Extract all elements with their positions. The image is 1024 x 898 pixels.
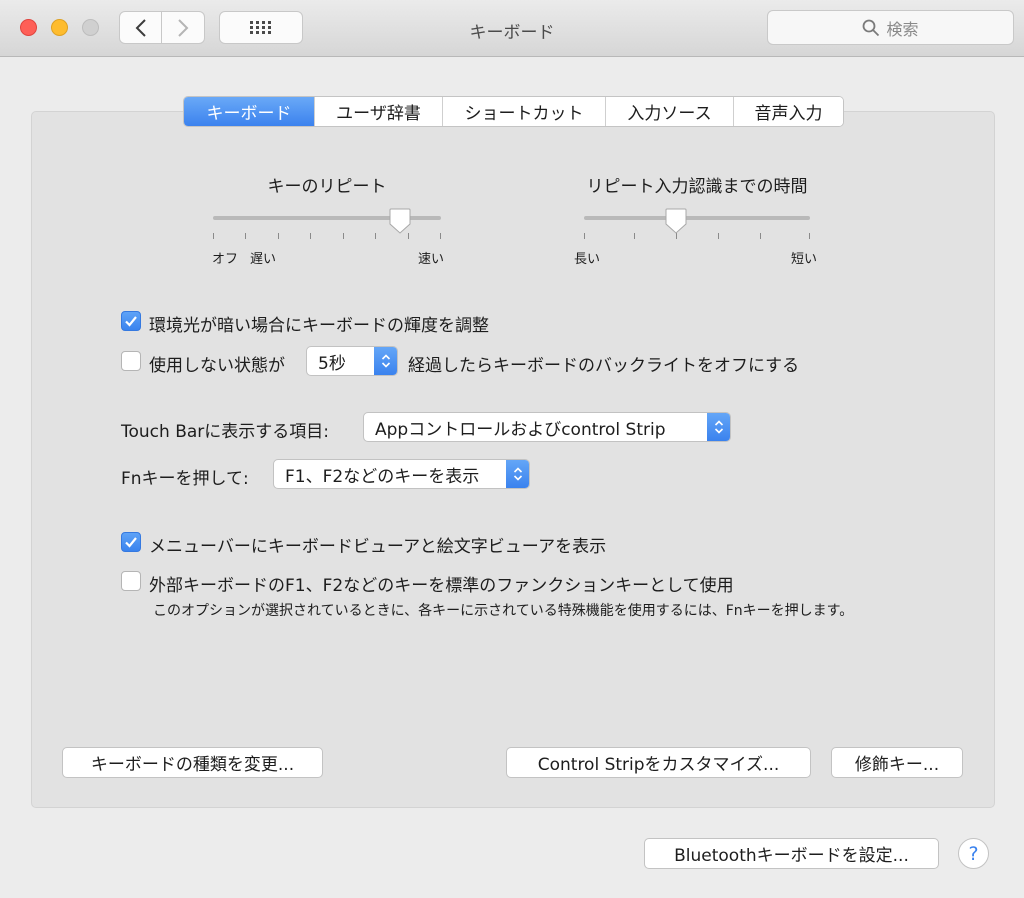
tab-shortcuts[interactable]: ショートカット	[442, 97, 605, 126]
tab-user-dictionary[interactable]: ユーザ辞書	[314, 97, 442, 126]
search-placeholder: 検索	[886, 19, 919, 39]
touchbar-value: Appコントロールおよびcontrol Strip	[375, 419, 666, 440]
repeat-delay-label: リピート入力認識までの時間	[586, 177, 808, 197]
backlight-off-label-after: 経過したらキーボードのバックライトをオフにする	[408, 356, 800, 376]
auto-brightness-label: 環境光が暗い場合にキーボードの輝度を調整	[149, 316, 489, 336]
repeat-delay-slider-thumb[interactable]	[665, 208, 687, 234]
change-keyboard-type-button[interactable]: キーボードの種類を変更...	[62, 747, 323, 778]
backlight-off-checkbox[interactable]	[121, 351, 141, 371]
menubar-viewer-label: メニューバーにキーボードビューアと絵文字ビューアを表示	[149, 537, 607, 557]
updown-arrows-icon	[374, 347, 397, 375]
tab-input-sources[interactable]: 入力ソース	[605, 97, 733, 126]
fn-key-label: Fnキーを押して:	[121, 469, 249, 489]
checkmark-icon	[125, 316, 137, 327]
repeat-delay-long-label: 長い	[574, 252, 601, 267]
key-repeat-slider-thumb[interactable]	[389, 208, 411, 234]
backlight-timeout-value: 5秒	[318, 353, 346, 374]
fn-key-popup[interactable]: F1、F2などのキーを表示	[273, 459, 530, 489]
touchbar-popup[interactable]: Appコントロールおよびcontrol Strip	[363, 412, 731, 442]
key-repeat-fast-label: 速い	[418, 252, 445, 267]
search-field[interactable]: 検索	[767, 10, 1014, 45]
menubar-viewer-checkbox[interactable]	[121, 532, 141, 552]
backlight-off-label-before: 使用しない状態が	[149, 356, 285, 376]
key-repeat-label: キーのリピート	[267, 177, 387, 197]
repeat-delay-short-label: 短い	[791, 252, 818, 267]
key-repeat-slow-label: 遅い	[250, 252, 277, 267]
backlight-timeout-popup[interactable]: 5秒	[306, 346, 398, 376]
tab-dictation[interactable]: 音声入力	[733, 97, 843, 126]
modifier-keys-button[interactable]: 修飾キー...	[831, 747, 963, 778]
fn-standard-checkbox[interactable]	[121, 571, 141, 591]
search-icon	[863, 19, 880, 36]
checkmark-icon	[125, 537, 137, 548]
repeat-delay-ticks	[584, 233, 810, 239]
auto-brightness-checkbox[interactable]	[121, 311, 141, 331]
fn-standard-label: 外部キーボードのF1、F2などのキーを標準のファンクションキーとして使用	[149, 576, 734, 596]
tab-keyboard[interactable]: キーボード	[184, 97, 314, 126]
touchbar-label: Touch Barに表示する項目:	[121, 422, 329, 442]
repeat-delay-track[interactable]	[584, 216, 810, 220]
customize-control-strip-button[interactable]: Control Stripをカスタマイズ...	[506, 747, 811, 778]
fn-standard-note: このオプションが選択されているときに、各キーに示されている特殊機能を使用するには…	[153, 603, 854, 619]
help-button[interactable]: ?	[958, 838, 989, 869]
tab-bar: キーボード ユーザ辞書 ショートカット 入力ソース 音声入力	[183, 96, 844, 127]
updown-arrows-icon	[506, 460, 529, 488]
updown-arrows-icon	[707, 413, 730, 441]
key-repeat-off-label: オフ	[212, 252, 239, 267]
bluetooth-keyboard-button[interactable]: Bluetoothキーボードを設定...	[644, 838, 939, 869]
fn-key-value: F1、F2などのキーを表示	[285, 466, 480, 487]
